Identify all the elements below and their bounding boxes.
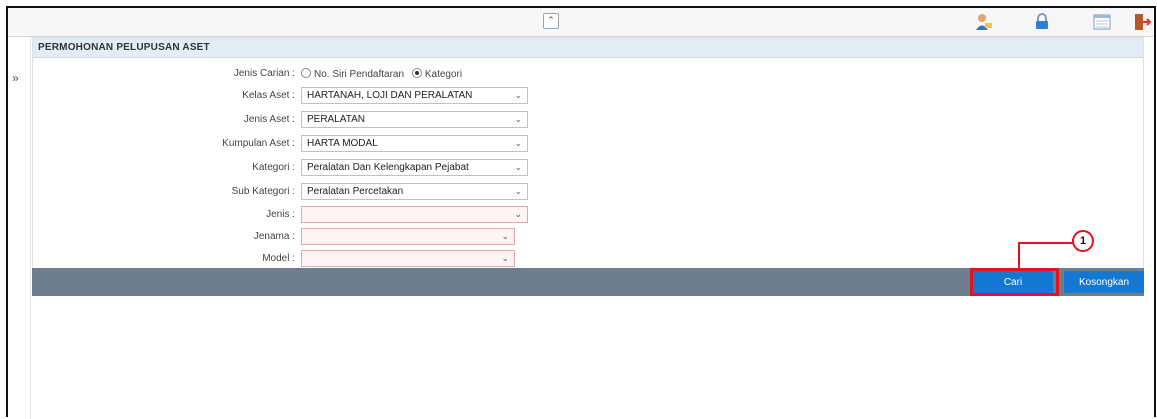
- jenis-aset-select[interactable]: PERALATAN ⌄: [301, 111, 528, 128]
- field-label: Jenis :: [266, 209, 295, 220]
- select-value: HARTA MODAL: [307, 138, 378, 149]
- top-toolbar: ⌃: [8, 8, 1154, 37]
- user-icon[interactable]: [974, 12, 994, 32]
- chevron-down-icon: ⌄: [514, 114, 522, 124]
- field-row-sub-kategori: Sub Kategori : Peralatan Percetakan ⌄: [33, 183, 633, 203]
- field-label: Sub Kategori :: [231, 186, 295, 197]
- callout-number-badge: 1: [1072, 230, 1094, 252]
- double-chevron-right-icon[interactable]: »: [12, 71, 19, 85]
- chevron-down-icon: ⌄: [501, 253, 509, 263]
- field-row-kumpulan-aset: Kumpulan Aset : HARTA MODAL ⌄: [33, 135, 633, 155]
- field-row-kelas-aset: Kelas Aset : HARTANAH, LOJI DAN PERALATA…: [33, 87, 633, 107]
- chevron-down-icon: ⌄: [514, 162, 522, 172]
- select-value: PERALATAN: [307, 114, 365, 125]
- field-row-jenis-aset: Jenis Aset : PERALATAN ⌄: [33, 111, 633, 131]
- chevron-down-icon: ⌄: [514, 90, 522, 100]
- field-label: Kelas Aset :: [242, 90, 295, 101]
- radio-circle-icon[interactable]: [301, 68, 311, 78]
- panel-title: PERMOHONAN PELUPUSAN ASET: [33, 38, 1143, 58]
- chevron-down-icon: ⌄: [514, 138, 522, 148]
- search-type-row: Jenis Carian : No. Siri Pendaftaran Kate…: [33, 65, 633, 85]
- field-row-jenis: Jenis : ⌄: [33, 206, 633, 226]
- field-label: Jenis Aset :: [243, 114, 295, 125]
- search-panel: PERMOHONAN PELUPUSAN ASET Jenis Carian :…: [32, 37, 1144, 269]
- jenama-select[interactable]: ⌄: [301, 228, 515, 245]
- radio-circle-selected-icon[interactable]: [411, 68, 422, 78]
- callout-line: [1018, 242, 1075, 244]
- select-value: HARTANAH, LOJI DAN PERALATAN: [307, 90, 473, 101]
- search-type-radio-group: No. Siri Pendaftaran Kategori: [301, 68, 462, 80]
- clear-button[interactable]: Kosongkan: [1064, 271, 1144, 293]
- radio-serial-number[interactable]: No. Siri Pendaftaran: [301, 68, 405, 80]
- app-frame: ⌃ » PERMOHONAN PELUPUSAN ASET Jenis Cari…: [6, 6, 1156, 419]
- chevron-down-icon: ⌄: [514, 209, 522, 219]
- select-value: Peralatan Percetakan: [307, 186, 404, 197]
- field-row-jenama: Jenama : ⌄: [33, 228, 633, 248]
- radio-serial-label: No. Siri Pendaftaran: [314, 69, 405, 80]
- radio-category[interactable]: Kategori: [411, 68, 463, 80]
- kelas-aset-select[interactable]: HARTANAH, LOJI DAN PERALATAN ⌄: [301, 87, 528, 104]
- radio-category-label: Kategori: [424, 69, 463, 80]
- callout-line: [1018, 242, 1020, 268]
- lock-icon[interactable]: [1032, 12, 1052, 32]
- field-row-kategori: Kategori : Peralatan Dan Kelengkapan Pej…: [33, 159, 633, 179]
- side-strip: »: [8, 37, 31, 419]
- search-type-label: Jenis Carian :: [233, 68, 295, 79]
- field-label: Kumpulan Aset :: [222, 138, 295, 149]
- callout-highlight-box: [970, 268, 1059, 296]
- logout-icon[interactable]: [1132, 12, 1152, 32]
- sub-kategori-select[interactable]: Peralatan Percetakan ⌄: [301, 183, 528, 200]
- kumpulan-aset-select[interactable]: HARTA MODAL ⌄: [301, 135, 528, 152]
- jenis-select[interactable]: ⌄: [301, 206, 528, 223]
- calendar-icon[interactable]: [1092, 12, 1112, 32]
- field-label: Model :: [262, 253, 295, 264]
- field-label: Kategori :: [252, 162, 295, 173]
- kategori-select[interactable]: Peralatan Dan Kelengkapan Pejabat ⌄: [301, 159, 528, 176]
- field-row-model: Model : ⌄: [33, 250, 633, 270]
- double-chevron-up-icon[interactable]: ⌃: [543, 13, 559, 29]
- field-label: Jenama :: [253, 231, 295, 242]
- select-value: Peralatan Dan Kelengkapan Pejabat: [307, 162, 469, 173]
- chevron-down-icon: ⌄: [501, 231, 509, 241]
- model-select[interactable]: ⌄: [301, 250, 515, 267]
- chevron-down-icon: ⌄: [514, 186, 522, 196]
